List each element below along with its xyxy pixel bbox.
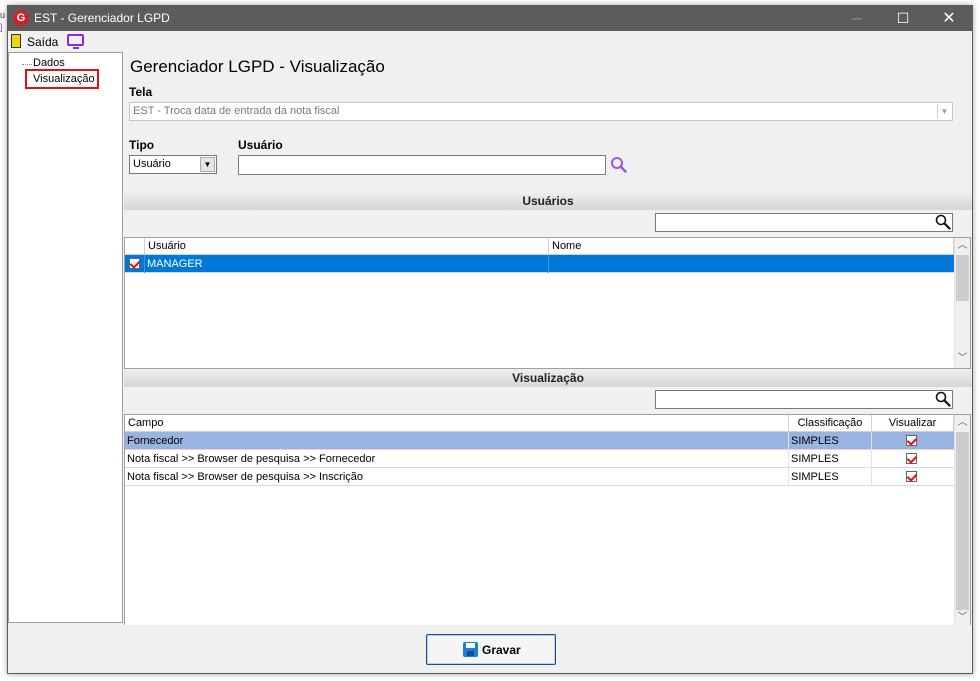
save-button-label: Gravar [482, 643, 521, 657]
cell-campo: Fornecedor [125, 432, 789, 450]
cell-usuario: MANAGER [145, 255, 549, 273]
title-bar[interactable]: G EST - Gerenciador LGPD ─ ☐ ✕ [8, 6, 972, 31]
visualizar-checkbox[interactable] [906, 453, 917, 464]
app-logo-icon: G [13, 10, 29, 26]
visualizacao-section-header: Visualização [124, 370, 972, 387]
table-row[interactable]: Fornecedor SIMPLES [125, 432, 954, 450]
scroll-down-icon[interactable]: ﹀ [955, 351, 970, 367]
chevron-down-icon: ▼ [937, 104, 951, 119]
tree-connector [22, 64, 32, 65]
cell-classificacao: SIMPLES [789, 468, 872, 486]
grid-header-classificacao[interactable]: Classificação [789, 415, 872, 432]
page-title: Gerenciador LGPD - Visualização [130, 57, 385, 76]
grid-header-check [125, 238, 145, 255]
visualizar-checkbox[interactable] [906, 435, 917, 446]
grid-header-nome[interactable]: Nome [549, 238, 954, 255]
grid-header-campo[interactable]: Campo [125, 415, 789, 432]
row-checkbox-cell[interactable] [125, 255, 145, 273]
maximize-button[interactable]: ☐ [880, 6, 926, 31]
tela-label: Tela [129, 85, 153, 99]
tree-item-dados[interactable]: Dados [33, 57, 65, 69]
menu-bar: Saída [8, 31, 972, 52]
cell-nome [549, 255, 954, 273]
minimize-button[interactable]: ─ [834, 6, 880, 31]
cell-campo: Nota fiscal >> Browser de pesquisa >> Fo… [125, 450, 789, 468]
background-fragment: ] [0, 22, 3, 32]
tela-combo: EST - Troca data de entrada da nota fisc… [129, 102, 953, 121]
tipo-select-value: Usuário [133, 158, 171, 170]
tree-item-visualizacao[interactable]: Visualização [25, 69, 99, 89]
tree-item-label: Visualização [33, 73, 95, 85]
visualizacao-grid: Campo Classificação Visualizar Fornecedo… [124, 414, 971, 628]
usuario-label: Usuário [238, 138, 283, 152]
cell-campo: Nota fiscal >> Browser de pesquisa >> In… [125, 468, 789, 486]
close-button[interactable]: ✕ [926, 6, 972, 31]
scroll-thumb[interactable] [956, 255, 969, 301]
window-title: EST - Gerenciador LGPD [34, 11, 170, 25]
usuarios-scrollbar[interactable]: ︿ ﹀ [954, 238, 970, 368]
search-icon[interactable] [935, 214, 951, 230]
table-row[interactable]: MANAGER [125, 255, 954, 273]
footer-bar: Gravar [8, 625, 972, 673]
usuarios-filter-input[interactable] [655, 213, 953, 232]
exit-menu-item[interactable]: Saída [27, 35, 58, 49]
navigation-tree: Dados Visualização [8, 52, 123, 623]
save-button[interactable]: Gravar [426, 634, 556, 665]
exit-door-icon[interactable] [11, 34, 21, 48]
visualizacao-scrollbar[interactable]: ︿ ﹀ [954, 415, 970, 627]
table-row[interactable]: Nota fiscal >> Browser de pesquisa >> Fo… [125, 450, 954, 468]
cell-visualizar[interactable] [872, 468, 954, 486]
grid-header-visualizar[interactable]: Visualizar [872, 415, 954, 432]
usuarios-grid: Usuário Nome MANAGER ︿ ﹀ [124, 237, 971, 369]
monitor-icon[interactable] [67, 34, 84, 49]
visualizacao-filter-input[interactable] [655, 390, 953, 409]
chevron-down-icon[interactable]: ▼ [200, 157, 215, 172]
tipo-label: Tipo [129, 138, 155, 152]
cell-visualizar[interactable] [872, 450, 954, 468]
scroll-down-icon[interactable]: ﹀ [955, 610, 970, 626]
usuarios-section-header: Usuários [124, 193, 972, 210]
search-icon[interactable] [610, 156, 627, 173]
grid-header-usuario[interactable]: Usuário [145, 238, 549, 255]
floppy-disk-icon [463, 642, 478, 657]
main-panel: Gerenciador LGPD - Visualização Tela EST… [124, 52, 972, 628]
background-fragment: u [0, 10, 6, 20]
cell-visualizar[interactable] [872, 432, 954, 450]
scroll-up-icon[interactable]: ︿ [955, 238, 970, 254]
cell-classificacao: SIMPLES [789, 432, 872, 450]
scroll-thumb[interactable] [956, 432, 969, 610]
scroll-up-icon[interactable]: ︿ [955, 415, 970, 431]
app-window: G EST - Gerenciador LGPD ─ ☐ ✕ Saída Dad… [7, 5, 973, 674]
row-checkbox[interactable] [129, 258, 140, 269]
tela-combo-value: EST - Troca data de entrada da nota fisc… [133, 105, 340, 117]
search-icon[interactable] [935, 391, 951, 407]
exit-menu-label: Saída [27, 35, 59, 49]
usuario-input[interactable] [238, 155, 606, 175]
table-row[interactable]: Nota fiscal >> Browser de pesquisa >> In… [125, 468, 954, 486]
cell-classificacao: SIMPLES [789, 450, 872, 468]
tipo-select[interactable]: Usuário ▼ [129, 155, 217, 174]
visualizar-checkbox[interactable] [906, 471, 917, 482]
